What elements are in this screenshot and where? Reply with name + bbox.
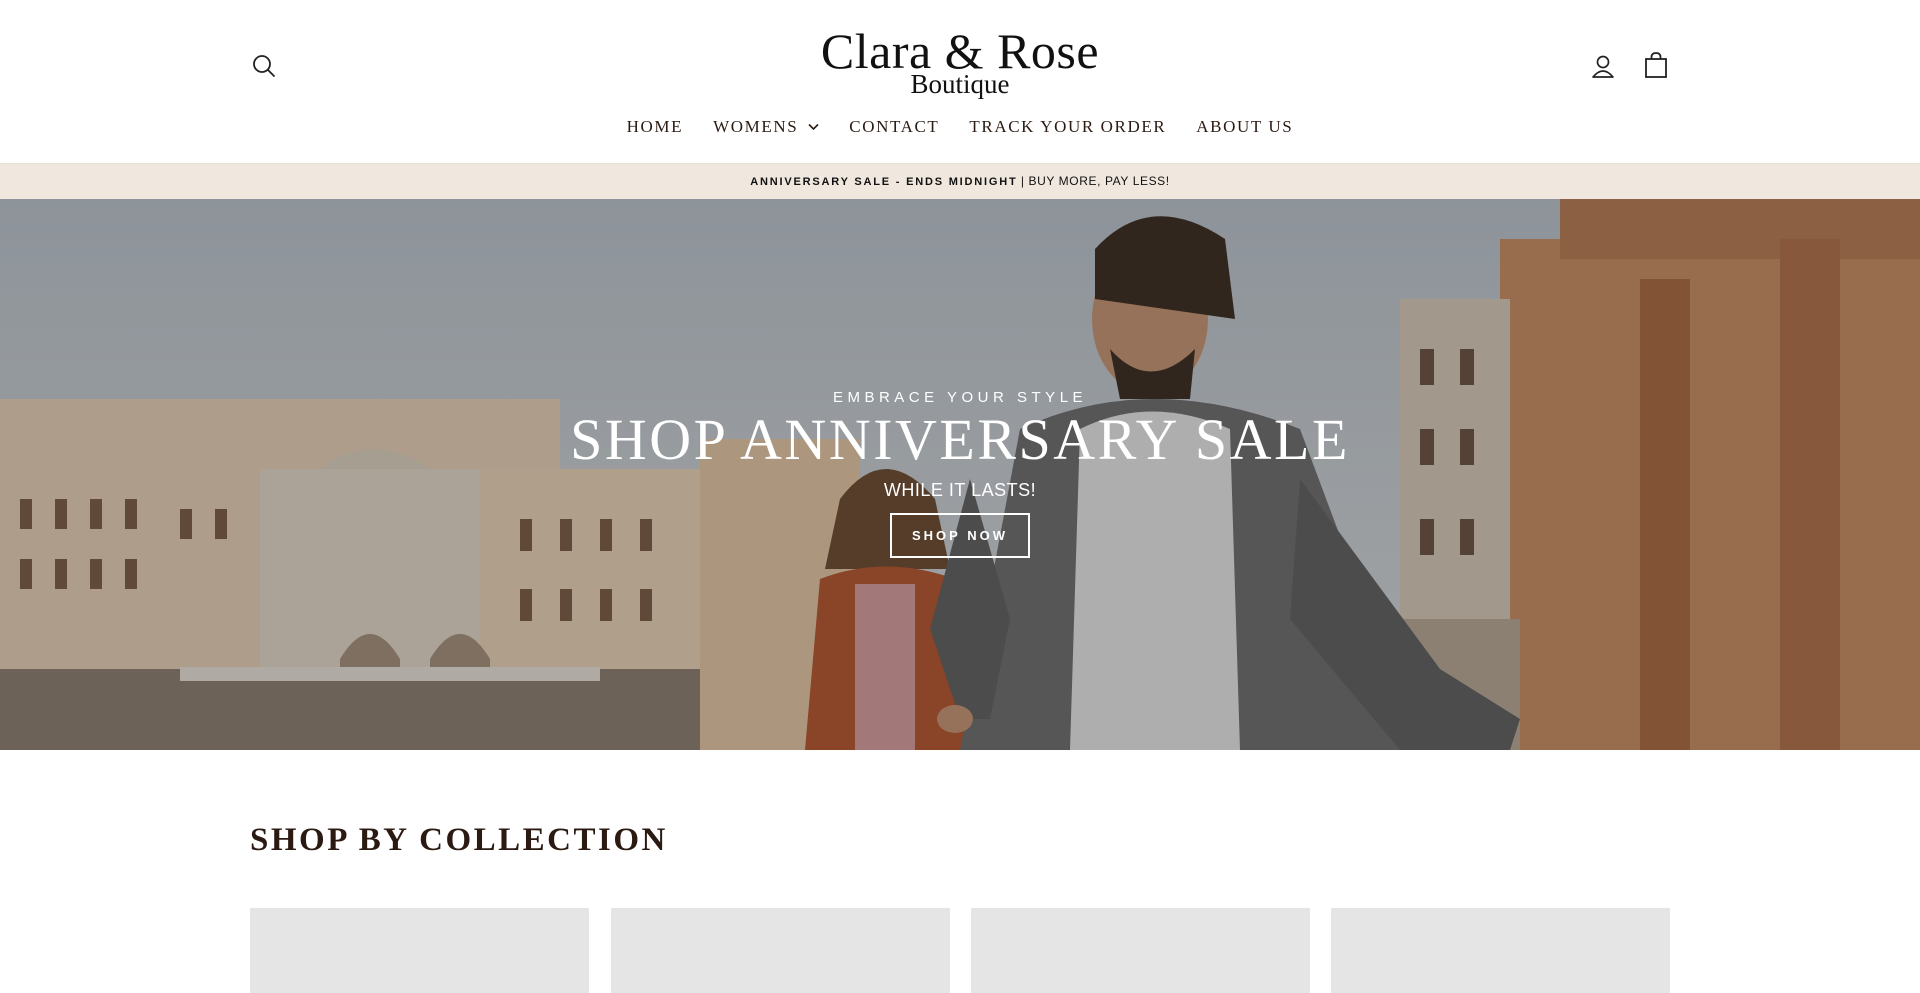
nav-label: CONTACT: [849, 117, 940, 136]
nav-item-womens[interactable]: WOMENS: [698, 116, 834, 138]
nav-item-about-us[interactable]: ABOUT US: [1181, 116, 1308, 138]
collection-grid: [250, 908, 1670, 993]
bag-icon: [1645, 52, 1667, 78]
site-header: Clara & Rose Boutique HOME WOMENS CONTAC…: [0, 0, 1920, 163]
nav-label: TRACK YOUR ORDER: [969, 117, 1167, 136]
section-title: SHOP BY COLLECTION: [250, 822, 668, 858]
user-icon: [1592, 55, 1614, 78]
nav-item-contact[interactable]: CONTACT: [834, 116, 954, 138]
shop-now-button[interactable]: SHOP NOW: [890, 513, 1030, 558]
announcement-text: | BUY MORE, PAY LESS!: [1020, 174, 1170, 188]
nav-item-track-order[interactable]: TRACK YOUR ORDER: [954, 116, 1181, 138]
hero-banner: EMBRACE YOUR STYLE SHOP ANNIVERSARY SALE…: [0, 199, 1920, 750]
nav-label: WOMENS: [713, 117, 799, 136]
announcement-strong-text: ANNIVERSARY SALE - ENDS MIDNIGHT: [750, 176, 1018, 188]
hero-title: SHOP ANNIVERSARY SALE: [570, 407, 1350, 472]
hero-content: EMBRACE YOUR STYLE SHOP ANNIVERSARY SALE…: [0, 389, 1920, 558]
collection-card[interactable]: [250, 908, 589, 993]
logo[interactable]: Clara & Rose Boutique: [0, 26, 1920, 99]
announcement-bar[interactable]: ANNIVERSARY SALE - ENDS MIDNIGHT | BUY M…: [0, 164, 1920, 199]
nav-item-home[interactable]: HOME: [612, 116, 698, 138]
logo-sub-text: Boutique: [910, 69, 1010, 99]
nav-label: ABOUT US: [1196, 117, 1294, 136]
collection-card[interactable]: [611, 908, 950, 993]
account-button[interactable]: [1589, 52, 1617, 80]
collection-card[interactable]: [1331, 908, 1670, 993]
main-nav: HOME WOMENS CONTACT TRACK YOUR ORDER ABO…: [0, 116, 1920, 138]
hero-kicker: EMBRACE YOUR STYLE: [832, 389, 1088, 406]
nav-label: HOME: [626, 117, 684, 136]
hero-subtitle: WHILE IT LASTS!: [883, 480, 1037, 500]
cart-button[interactable]: [1643, 51, 1669, 79]
collection-card[interactable]: [971, 908, 1310, 993]
chevron-down-icon: [808, 123, 819, 131]
